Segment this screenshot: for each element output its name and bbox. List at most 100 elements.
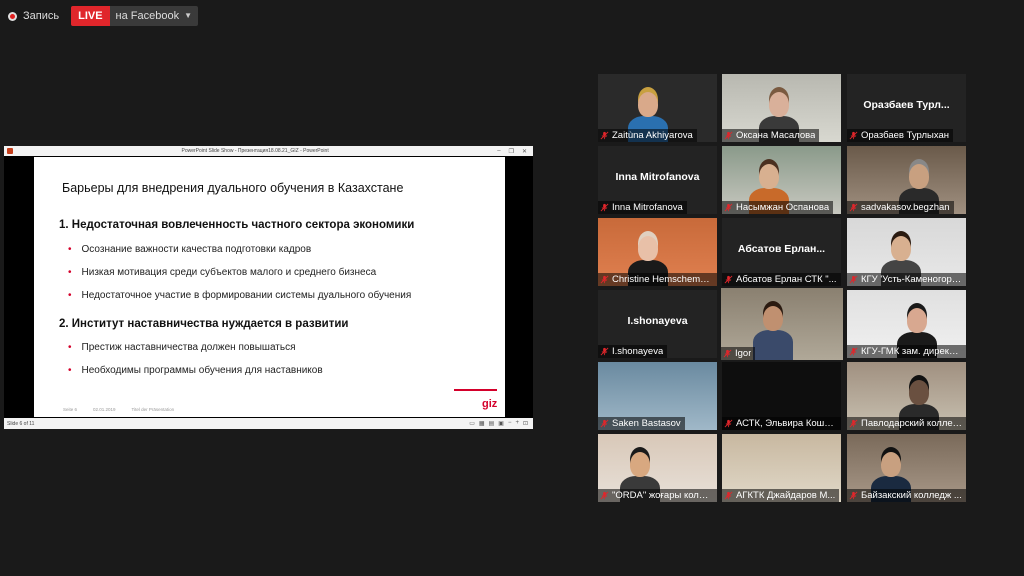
fit-slide-icon[interactable]: ⊡	[523, 420, 528, 427]
participant-tile[interactable]: КГУ 'Усть-Каменогорск...	[847, 218, 966, 286]
participant-tile[interactable]: Saken Bastasov	[598, 362, 717, 430]
slide-counter: Slide 6 of 11	[7, 420, 35, 427]
slide-heading-2: 2. Институт наставничества нуждается в р…	[59, 318, 349, 330]
participant-tile[interactable]: Насымжан Оспанова	[722, 146, 841, 214]
recording-label[interactable]: Запись	[23, 10, 59, 22]
participant-name: Оразбаев Турлыхан	[861, 130, 949, 141]
participant-label: "ORDA" жоғары колледжі	[598, 489, 717, 502]
muted-mic-icon	[600, 347, 609, 356]
muted-mic-icon	[724, 419, 733, 428]
slide-sorter-icon[interactable]: ▦	[479, 420, 485, 427]
muted-mic-icon	[600, 419, 609, 428]
muted-mic-icon	[600, 131, 609, 140]
normal-view-icon[interactable]: ▭	[469, 420, 475, 427]
live-destination[interactable]: на Facebook ▼	[109, 6, 199, 26]
minimize-icon[interactable]: –	[497, 148, 500, 155]
close-icon[interactable]: ✕	[522, 148, 527, 155]
participant-name: Saken Bastasov	[612, 418, 681, 429]
participant-tile[interactable]: "ORDA" жоғары колледжі	[598, 434, 717, 502]
participant-tile[interactable]: I.shonayeva I.shonayeva	[598, 290, 717, 358]
giz-logo: giz	[482, 398, 498, 410]
participant-label: КГУ 'Усть-Каменогорск...	[847, 273, 966, 286]
participant-label: Оразбаев Турлыхан	[847, 129, 953, 142]
participant-tile[interactable]: Оразбаев Турл... Оразбаев Турлыхан	[847, 74, 966, 142]
record-icon	[8, 11, 17, 21]
participant-label: Оксана Масалова	[722, 129, 820, 142]
participant-name: "ORDA" жоғары колледжі	[612, 490, 713, 501]
participant-tile[interactable]: КГУ-ГМК зам. директора...	[847, 290, 966, 358]
slide-title: Барьеры для внедрения дуального обучения…	[62, 181, 404, 195]
participant-name: КГУ-ГМК зам. директора...	[861, 346, 962, 357]
muted-mic-icon	[600, 275, 609, 284]
zoom-in-icon[interactable]: +	[515, 420, 519, 427]
participant-tile[interactable]: sadvakasov.begzhan	[847, 146, 966, 214]
participant-name: sadvakasov.begzhan	[861, 202, 950, 213]
muted-mic-icon	[724, 203, 733, 212]
participant-tile[interactable]: Igor	[721, 288, 843, 360]
restore-icon[interactable]: ❐	[509, 148, 514, 155]
participant-name: АГКТК Джайдаров М...	[736, 490, 836, 501]
muted-mic-icon	[724, 491, 733, 500]
slide-bullet: • Необходимы программы обучения для наста…	[68, 365, 323, 376]
bullet-icon: •	[68, 290, 72, 301]
muted-mic-icon	[849, 275, 858, 284]
participant-tile[interactable]: АСТК, Эльвира Кошкен...	[722, 362, 841, 430]
chevron-down-icon[interactable]: ▼	[184, 6, 192, 26]
participant-label: Байзакский колледж ...	[847, 489, 966, 502]
participant-tile[interactable]: Павлодарский колледж...	[847, 362, 966, 430]
participant-label: Zaitùna Akhiyarova	[598, 129, 697, 142]
participant-tile[interactable]: Christine Hemschemeier	[598, 218, 717, 286]
share-window-title: PowerPoint Slide Show - Презентация18.08…	[181, 148, 329, 154]
participant-name: Байзакский колледж ...	[861, 490, 962, 501]
slide-bullet: • Низкая мотивация среди субъектов малого…	[68, 267, 377, 278]
participant-name: Павлодарский колледж...	[861, 418, 962, 429]
bullet-icon: •	[68, 244, 72, 255]
participant-name: Оксана Масалова	[736, 130, 816, 141]
participant-label: Абсатов Ерлан СТК "...	[722, 273, 841, 286]
participant-name-display: Абсатов Ерлан...	[737, 243, 826, 255]
participant-label: Igor	[721, 347, 756, 360]
live-badge: LIVE	[71, 6, 110, 26]
participant-name: Igor	[735, 348, 752, 359]
participant-name: I.shonayeva	[612, 346, 664, 357]
participant-name: Inna Mitrofanova	[612, 202, 683, 213]
participant-tile[interactable]: Оксана Масалова	[722, 74, 841, 142]
participant-name: Насымжан Оспанова	[736, 202, 830, 213]
muted-mic-icon	[849, 491, 858, 500]
muted-mic-icon	[849, 131, 858, 140]
participant-tile[interactable]: АГКТК Джайдаров М...	[722, 434, 841, 502]
participant-label: Inna Mitrofanova	[598, 201, 687, 214]
giz-logo-line	[454, 389, 497, 391]
participant-tile[interactable]: Zaitùna Akhiyarova	[598, 74, 717, 142]
participant-tile[interactable]: Inna Mitrofanova Inna Mitrofanova	[598, 146, 717, 214]
participant-name: Christine Hemschemeier	[612, 274, 713, 285]
muted-mic-icon	[849, 347, 858, 356]
bullet-icon: •	[68, 365, 72, 376]
participant-tile[interactable]: Абсатов Ерлан... Абсатов Ерлан СТК "...	[722, 218, 841, 286]
recording-bar: Запись LIVE на Facebook ▼	[8, 6, 199, 26]
participant-name: КГУ 'Усть-Каменогорск...	[861, 274, 962, 285]
bullet-icon: •	[68, 267, 72, 278]
bullet-icon: •	[68, 342, 72, 353]
muted-mic-icon	[600, 491, 609, 500]
muted-mic-icon	[849, 419, 858, 428]
muted-mic-icon	[724, 131, 733, 140]
participant-label: Saken Bastasov	[598, 417, 685, 430]
slide-heading-1: 1. Недостаточная вовлеченность частного …	[59, 219, 415, 231]
muted-mic-icon	[849, 203, 858, 212]
zoom-out-icon[interactable]: −	[508, 420, 512, 427]
muted-mic-icon	[724, 275, 733, 284]
slideshow-icon[interactable]: ▣	[498, 420, 504, 427]
participant-name-display: I.shonayeva	[627, 315, 688, 327]
live-stream-control[interactable]: LIVE на Facebook ▼	[71, 6, 199, 26]
live-destination-label: на Facebook	[115, 10, 180, 22]
slide-bullet: • Осознание важности качества подготовки …	[68, 244, 312, 255]
slide: Барьеры для внедрения дуального обучения…	[34, 157, 505, 417]
reading-view-icon[interactable]: ▤	[489, 420, 495, 427]
muted-mic-icon	[723, 349, 732, 358]
participant-tile[interactable]: Байзакский колледж ...	[847, 434, 966, 502]
muted-mic-icon	[600, 203, 609, 212]
participant-label: sadvakasov.begzhan	[847, 201, 954, 214]
slide-footer: Seite 6 02.01.2019 Titel der Präsentatio…	[63, 407, 175, 412]
participant-label: Павлодарский колледж...	[847, 417, 966, 430]
